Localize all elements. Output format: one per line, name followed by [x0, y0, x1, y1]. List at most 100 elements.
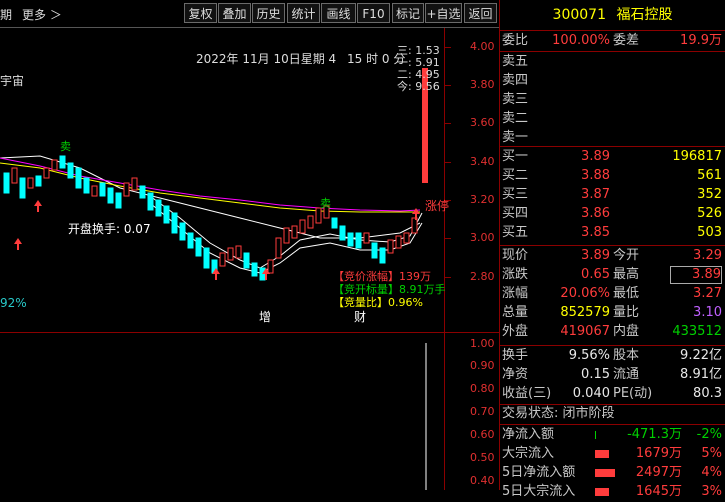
weicha-label: 委差 — [613, 33, 640, 48]
quote-stat-row: 净资 0.15 流通 8.91亿 — [500, 365, 725, 385]
buy-order-price: 3.88 — [581, 168, 610, 183]
weibi-value: 100.00% — [552, 33, 610, 48]
candlestick — [379, 247, 386, 264]
flow-percent: 4% — [701, 465, 722, 480]
quote-stat-row: 现价 3.89 今开 3.29 — [500, 246, 725, 266]
toolbar-button[interactable]: F10 — [357, 3, 390, 23]
more-menu[interactable]: 更多 ＞ — [22, 6, 62, 23]
candlestick — [163, 205, 170, 224]
candlestick — [267, 259, 274, 274]
candlestick — [291, 225, 298, 239]
stock-code: 300071 — [552, 7, 606, 23]
trade-status: 交易状态: 闭市阶段 — [500, 404, 725, 424]
weibi-row: 委比 100.00% 委差 19.9万 — [500, 31, 725, 51]
volume-tick: 0.80 — [470, 382, 495, 395]
flow-label: 5日净流入额 — [502, 465, 576, 480]
date-label: 2022年 11月 10日星期 4 — [196, 52, 337, 66]
quote-stat-row: 收益(三) 0.040 PE(动) 80.3 — [500, 384, 725, 404]
stat-label: 股本 — [613, 348, 640, 363]
info-panel: 三: 1.53 一: 5.91 二: 4.95 今: 9.56 — [397, 45, 440, 93]
price-tick-mark — [445, 47, 451, 48]
volume-svg — [425, 343, 427, 490]
volume-tick: 0.90 — [470, 359, 495, 372]
price-tick: 3.00 — [470, 231, 495, 244]
stat-label: 量比 — [613, 305, 640, 320]
stat-label: 总量 — [502, 305, 529, 320]
stat-value: 433512 — [672, 324, 722, 339]
price-tick-mark — [445, 123, 451, 124]
toolbar-button[interactable]: 画线 — [321, 3, 356, 23]
flow-bar — [595, 431, 596, 439]
buy-order-price: 3.86 — [581, 206, 610, 221]
fund-flow-row: 5日净流入额 2497万 4% — [500, 463, 725, 483]
stat-value: 0.65 — [581, 267, 610, 282]
info-line: 今: 9.56 — [397, 80, 440, 93]
stat-value: 80.3 — [693, 386, 722, 401]
candlestick — [11, 167, 18, 184]
buy-order-price: 3.87 — [581, 187, 610, 202]
quote-panel: 300071 福石控股 委比 100.00% 委差 19.9万 卖五 卖四 卖三… — [500, 0, 725, 499]
stat-value: 20.06% — [560, 286, 610, 301]
candlestick — [187, 232, 194, 249]
toolbar-button[interactable]: 标记 — [392, 3, 424, 23]
flow-label: 净流入额 — [502, 427, 555, 442]
price-tick-mark — [445, 200, 451, 201]
flow-percent: 5% — [701, 446, 722, 461]
toolbar-button[interactable]: 叠加 — [218, 3, 251, 23]
sell-order-label: 卖一 — [502, 130, 529, 145]
weibi-label: 委比 — [502, 33, 529, 48]
candlestick — [19, 177, 26, 199]
flow-value: -471.3万 — [627, 427, 682, 442]
volume-tick: 0.70 — [470, 405, 495, 418]
period-label[interactable]: 期 — [0, 6, 12, 23]
candlestick — [371, 242, 378, 259]
stat-label: PE(动) — [613, 386, 653, 401]
quote-stat-row: 涨幅 20.06% 最低 3.27 — [500, 284, 725, 304]
candlestick — [59, 155, 66, 169]
toolbar-button[interactable]: 历史 — [252, 3, 285, 23]
candlestick — [179, 222, 186, 241]
candlestick — [251, 262, 258, 277]
candlestick — [363, 232, 370, 244]
indicator-name: 宇宙 — [0, 74, 25, 88]
sell-order-row: 卖二 — [500, 109, 725, 129]
stat-value: 3.89 — [670, 266, 722, 284]
stat-label: 净资 — [502, 367, 529, 382]
stat-value: 852579 — [560, 305, 610, 320]
candlestick — [131, 177, 138, 191]
marker-zeng: 增 — [259, 310, 272, 324]
price-tick: 3.20 — [470, 193, 495, 206]
flow-bar — [595, 450, 609, 458]
candlestick — [123, 182, 130, 197]
toolbar-button[interactable]: 返回 — [464, 3, 497, 23]
buy-order-row: 买五 3.85 503 — [500, 223, 725, 243]
candlestick — [387, 239, 394, 254]
candlestick — [219, 252, 226, 267]
price-tick: 3.60 — [470, 116, 495, 129]
stat-value: 9.56% — [568, 348, 610, 363]
flow-bar — [595, 488, 609, 496]
sell-order-label: 卖五 — [502, 54, 529, 69]
stat-label: 现价 — [502, 248, 529, 263]
weicha-value: 19.9万 — [680, 33, 722, 48]
toolbar-button[interactable]: 复权 — [184, 3, 217, 23]
price-tick: 4.00 — [470, 40, 495, 53]
candlestick — [99, 182, 106, 197]
buy-order-row: 买二 3.88 561 — [500, 166, 725, 186]
quote-stat-row: 涨跌 0.65 最高 3.89 — [500, 265, 725, 285]
stat-value: 3.10 — [693, 305, 722, 320]
toolbar-button[interactable]: +自选 — [425, 3, 462, 23]
candlestick — [275, 237, 282, 259]
candlestick — [395, 235, 402, 249]
toolbar-button[interactable]: 统计 — [287, 3, 320, 23]
flow-label: 5日大宗流入 — [502, 484, 576, 499]
flow-value: 2497万 — [635, 465, 682, 480]
stat-label: 外盘 — [502, 324, 529, 339]
candlestick — [243, 252, 250, 269]
volume-chart[interactable] — [0, 333, 500, 490]
candlestick — [83, 177, 90, 194]
marker-cai: 财 — [354, 310, 367, 324]
stat-label: 今开 — [613, 248, 640, 263]
buy-arrow-icon — [14, 238, 22, 250]
volume-tick: 0.40 — [470, 474, 495, 487]
